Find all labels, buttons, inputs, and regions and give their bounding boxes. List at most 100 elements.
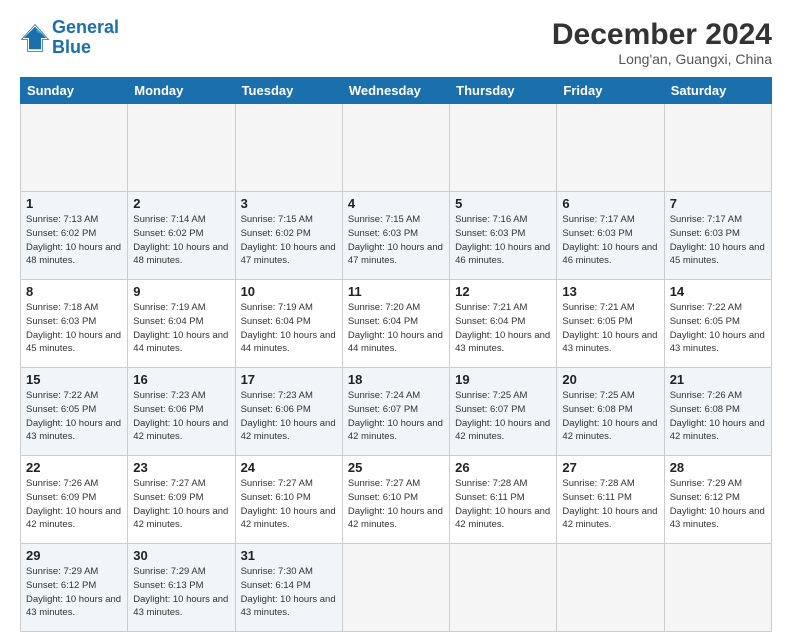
day-info: Sunrise: 7:16 AMSunset: 6:03 PMDaylight:… (455, 213, 551, 268)
table-row (128, 104, 235, 192)
day-info: Sunrise: 7:28 AMSunset: 6:11 PMDaylight:… (562, 477, 658, 532)
day-info: Sunrise: 7:17 AMSunset: 6:03 PMDaylight:… (670, 213, 766, 268)
header: General Blue December 2024 Long'an, Guan… (20, 18, 772, 67)
table-row: 14 Sunrise: 7:22 AMSunset: 6:05 PMDayligh… (664, 280, 771, 368)
day-number: 8 (26, 284, 122, 299)
day-info: Sunrise: 7:15 AMSunset: 6:02 PMDaylight:… (241, 213, 337, 268)
day-number: 29 (26, 548, 122, 563)
day-number: 5 (455, 196, 551, 211)
table-row: 23Sunrise: 7:27 AMSunset: 6:09 PMDayligh… (128, 456, 235, 544)
day-info: Sunrise: 7:23 AMSunset: 6:06 PMDaylight:… (133, 389, 229, 444)
logo: General Blue (20, 18, 119, 58)
table-row (21, 104, 128, 192)
table-row: 9Sunrise: 7:19 AMSunset: 6:04 PMDaylight… (128, 280, 235, 368)
day-info: Sunrise: 7:26 AMSunset: 6:08 PMDaylight:… (670, 389, 766, 444)
day-number: 16 (133, 372, 229, 387)
day-info: Sunrise: 7:19 AMSunset: 6:04 PMDaylight:… (133, 301, 229, 356)
logo-icon (20, 23, 50, 53)
location: Long'an, Guangxi, China (552, 51, 772, 67)
table-row: 17 Sunrise: 7:23 AMSunset: 6:06 PMDayligh… (235, 368, 342, 456)
table-row (450, 544, 557, 632)
day-number: 17 (241, 372, 337, 387)
table-row: 21 Sunrise: 7:26 AMSunset: 6:08 PMDayligh… (664, 368, 771, 456)
day-info: Sunrise: 7:20 AMSunset: 6:04 PMDaylight:… (348, 301, 444, 356)
table-row (450, 104, 557, 192)
table-row (557, 104, 664, 192)
calendar-week-row: 8 Sunrise: 7:18 AMSunset: 6:03 PMDaylight… (21, 280, 772, 368)
day-info: Sunrise: 7:27 AMSunset: 6:10 PMDaylight:… (348, 477, 444, 532)
day-info: Sunrise: 7:25 AMSunset: 6:07 PMDaylight:… (455, 389, 551, 444)
col-sunday: Sunday (21, 78, 128, 104)
day-number: 27 (562, 460, 658, 475)
day-number: 28 (670, 460, 766, 475)
day-number: 18 (348, 372, 444, 387)
table-row: 8 Sunrise: 7:18 AMSunset: 6:03 PMDaylight… (21, 280, 128, 368)
table-row: 4Sunrise: 7:15 AMSunset: 6:03 PMDaylight… (342, 192, 449, 280)
table-row: 29Sunrise: 7:29 AMSunset: 6:12 PMDayligh… (21, 544, 128, 632)
day-number: 12 (455, 284, 551, 299)
page: General Blue December 2024 Long'an, Guan… (0, 0, 792, 612)
table-row: 22Sunrise: 7:26 AMSunset: 6:09 PMDayligh… (21, 456, 128, 544)
day-number: 11 (348, 284, 444, 299)
table-row: 1Sunrise: 7:13 AMSunset: 6:02 PMDaylight… (21, 192, 128, 280)
table-row: 13Sunrise: 7:21 AMSunset: 6:05 PMDayligh… (557, 280, 664, 368)
day-number: 3 (241, 196, 337, 211)
calendar-week-row: 15 Sunrise: 7:22 AMSunset: 6:05 PMDayligh… (21, 368, 772, 456)
table-row (664, 544, 771, 632)
month-title: December 2024 (552, 18, 772, 51)
table-row: 16 Sunrise: 7:23 AMSunset: 6:06 PMDayligh… (128, 368, 235, 456)
logo-line2: Blue (52, 37, 91, 57)
day-number: 7 (670, 196, 766, 211)
table-row: 19Sunrise: 7:25 AMSunset: 6:07 PMDayligh… (450, 368, 557, 456)
table-row: 27 Sunrise: 7:28 AMSunset: 6:11 PMDayligh… (557, 456, 664, 544)
day-number: 6 (562, 196, 658, 211)
day-number: 24 (241, 460, 337, 475)
day-number: 15 (26, 372, 122, 387)
day-info: Sunrise: 7:22 AMSunset: 6:05 PMDaylight:… (670, 301, 766, 356)
day-number: 21 (670, 372, 766, 387)
day-info: Sunrise: 7:27 AMSunset: 6:10 PMDaylight:… (241, 477, 337, 532)
col-saturday: Saturday (664, 78, 771, 104)
table-row: 5 Sunrise: 7:16 AMSunset: 6:03 PMDaylight… (450, 192, 557, 280)
table-row: 31Sunrise: 7:30 AMSunset: 6:14 PMDayligh… (235, 544, 342, 632)
day-info: Sunrise: 7:18 AMSunset: 6:03 PMDaylight:… (26, 301, 122, 356)
day-info: Sunrise: 7:19 AMSunset: 6:04 PMDaylight:… (241, 301, 337, 356)
calendar-week-row: 29Sunrise: 7:29 AMSunset: 6:12 PMDayligh… (21, 544, 772, 632)
table-row (342, 544, 449, 632)
logo-line1: General (52, 17, 119, 37)
col-monday: Monday (128, 78, 235, 104)
day-info: Sunrise: 7:28 AMSunset: 6:11 PMDaylight:… (455, 477, 551, 532)
table-row: 6 Sunrise: 7:17 AMSunset: 6:03 PMDaylight… (557, 192, 664, 280)
day-info: Sunrise: 7:26 AMSunset: 6:09 PMDaylight:… (26, 477, 122, 532)
table-row: 10Sunrise: 7:19 AMSunset: 6:04 PMDayligh… (235, 280, 342, 368)
day-info: Sunrise: 7:24 AMSunset: 6:07 PMDaylight:… (348, 389, 444, 444)
day-info: Sunrise: 7:27 AMSunset: 6:09 PMDaylight:… (133, 477, 229, 532)
day-number: 14 (670, 284, 766, 299)
day-info: Sunrise: 7:29 AMSunset: 6:12 PMDaylight:… (670, 477, 766, 532)
title-block: December 2024 Long'an, Guangxi, China (552, 18, 772, 67)
day-number: 20 (562, 372, 658, 387)
table-row: 2Sunrise: 7:14 AMSunset: 6:02 PMDaylight… (128, 192, 235, 280)
table-row: 7 Sunrise: 7:17 AMSunset: 6:03 PMDaylight… (664, 192, 771, 280)
day-number: 1 (26, 196, 122, 211)
table-row: 20 Sunrise: 7:25 AMSunset: 6:08 PMDayligh… (557, 368, 664, 456)
day-info: Sunrise: 7:17 AMSunset: 6:03 PMDaylight:… (562, 213, 658, 268)
day-info: Sunrise: 7:21 AMSunset: 6:05 PMDaylight:… (562, 301, 658, 356)
day-info: Sunrise: 7:21 AMSunset: 6:04 PMDaylight:… (455, 301, 551, 356)
col-friday: Friday (557, 78, 664, 104)
col-tuesday: Tuesday (235, 78, 342, 104)
logo-text: General Blue (52, 18, 119, 58)
table-row (235, 104, 342, 192)
day-info: Sunrise: 7:25 AMSunset: 6:08 PMDaylight:… (562, 389, 658, 444)
day-number: 25 (348, 460, 444, 475)
table-row (342, 104, 449, 192)
table-row: 25 Sunrise: 7:27 AMSunset: 6:10 PMDayligh… (342, 456, 449, 544)
calendar: Sunday Monday Tuesday Wednesday Thursday… (20, 77, 772, 632)
day-info: Sunrise: 7:23 AMSunset: 6:06 PMDaylight:… (241, 389, 337, 444)
table-row: 26Sunrise: 7:28 AMSunset: 6:11 PMDayligh… (450, 456, 557, 544)
table-row: 18 Sunrise: 7:24 AMSunset: 6:07 PMDayligh… (342, 368, 449, 456)
day-info: Sunrise: 7:22 AMSunset: 6:05 PMDaylight:… (26, 389, 122, 444)
table-row: 3 Sunrise: 7:15 AMSunset: 6:02 PMDaylight… (235, 192, 342, 280)
table-row: 11 Sunrise: 7:20 AMSunset: 6:04 PMDayligh… (342, 280, 449, 368)
day-number: 2 (133, 196, 229, 211)
